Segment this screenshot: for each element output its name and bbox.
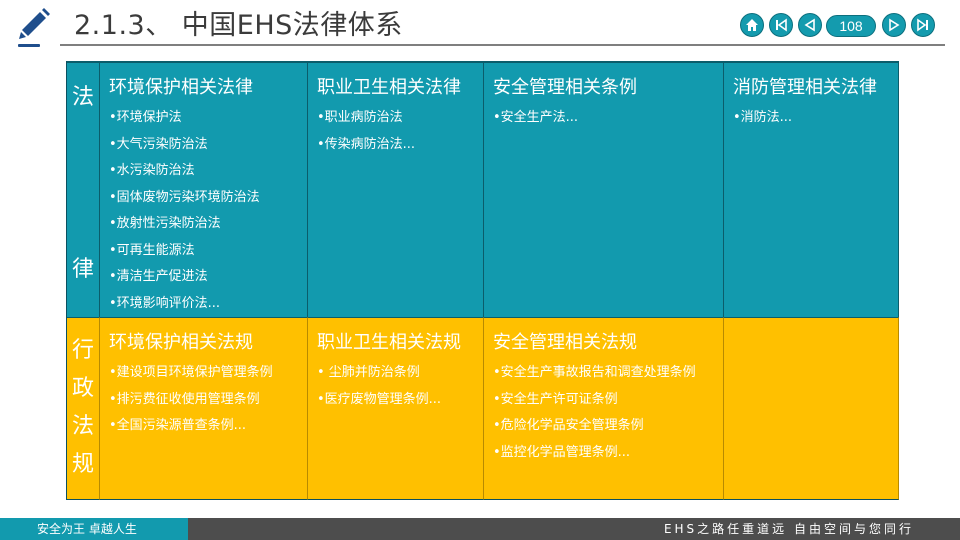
home-icon — [746, 19, 758, 31]
list-item: •固体废物污染环境防治法 — [109, 189, 260, 205]
cell-heading: 环境保护相关法律 — [109, 77, 253, 98]
list-item: •清洁生产促进法 — [109, 269, 208, 284]
previous-page-button[interactable] — [798, 13, 822, 37]
list-item: •环境保护法 — [109, 110, 182, 125]
list-item: •排污费征收使用管理条例 — [109, 391, 260, 407]
laws-label-char: 法 — [71, 85, 94, 110]
next-page-button[interactable] — [882, 13, 906, 37]
last-page-button[interactable] — [911, 13, 935, 37]
header-divider — [60, 44, 945, 46]
first-page-button[interactable] — [769, 13, 793, 37]
slide-footer: 安全为王 卓越人生 EHS之路任重道远 自由空间与您同行 — [0, 518, 960, 540]
regulations-row-label: 行 政 法 规 — [67, 317, 100, 500]
list-item: •医疗废物管理条例... — [317, 391, 442, 407]
laws-cell-environment: 环境保护相关法律 •环境保护法 •大气污染防治法 •水污染防治法 •固体废物污染… — [100, 61, 308, 317]
slide-title: 2.1.3、 中国EHS法律体系 — [74, 10, 403, 41]
cell-heading: 职业卫生相关法规 — [317, 332, 461, 353]
regulations-label-char: 法 — [71, 414, 94, 439]
list-item: •职业病防治法 — [317, 110, 403, 125]
first-page-icon — [776, 18, 787, 32]
list-item: •安全生产事故报告和调查处理条例 — [493, 365, 696, 380]
ehs-law-table: 法 律 环境保护相关法律 •环境保护法 •大气污染防治法 •水污染防治法 •固体… — [66, 61, 899, 500]
laws-cell-safety: 安全管理相关条例 •安全生产法... — [484, 61, 724, 317]
cell-heading: 安全管理相关法规 — [493, 332, 637, 353]
list-item: •可再生能源法 — [109, 242, 195, 258]
footer-slogan: 安全为王 卓越人生 — [0, 518, 188, 540]
laws-cell-occupational-health: 职业卫生相关法律 •职业病防治法 •传染病防治法... — [308, 61, 484, 317]
regulations-cell-safety: 安全管理相关法规 •安全生产事故报告和调查处理条例 •安全生产许可证条例 •危险… — [484, 317, 724, 500]
cell-heading: 职业卫生相关法律 — [317, 77, 461, 98]
list-item: •监控化学品管理条例... — [493, 444, 631, 460]
next-page-icon — [889, 18, 900, 32]
cell-heading: 消防管理相关法律 — [733, 77, 877, 98]
laws-label-char: 律 — [71, 257, 94, 282]
list-item: •危险化学品安全管理条例 — [493, 418, 644, 433]
last-page-icon — [917, 18, 928, 32]
list-item: •环境影响评价法... — [109, 295, 221, 311]
regulations-label-char: 规 — [71, 452, 94, 477]
pencil-logo-icon — [18, 8, 50, 47]
list-item: •传染病防治法... — [317, 136, 416, 152]
list-item: •全国污染源普查条例... — [109, 418, 247, 433]
cell-heading: 环境保护相关法规 — [109, 332, 253, 353]
page-number: 108 — [826, 15, 876, 37]
list-item: •建设项目环境保护管理条例 — [109, 365, 273, 380]
previous-page-icon — [804, 18, 815, 32]
list-item: •放射性污染防治法 — [109, 216, 221, 231]
laws-row-label: 法 律 — [67, 61, 100, 317]
list-item: • 尘肺并防治条例 — [317, 365, 420, 380]
regulations-label-char: 行 — [71, 338, 94, 363]
list-item: •安全生产法... — [493, 110, 579, 125]
slide-header: 2.1.3、 中国EHS法律体系 108 — [0, 0, 960, 56]
list-item: •水污染防治法 — [109, 163, 195, 178]
list-item: •安全生产许可证条例 — [493, 391, 618, 407]
cell-heading: 安全管理相关条例 — [493, 77, 637, 98]
regulations-cell-empty — [724, 317, 899, 500]
regulations-cell-occupational-health: 职业卫生相关法规 • 尘肺并防治条例 •医疗废物管理条例... — [308, 317, 484, 500]
footer-motto: EHS之路任重道远 自由空间与您同行 — [663, 522, 914, 536]
laws-cell-fire: 消防管理相关法律 •消防法... — [724, 61, 899, 317]
regulations-label-char: 政 — [71, 376, 94, 401]
list-item: •大气污染防治法 — [109, 136, 208, 152]
regulations-cell-environment: 环境保护相关法规 •建设项目环境保护管理条例 •排污费征收使用管理条例 •全国污… — [100, 317, 308, 500]
home-button[interactable] — [740, 13, 764, 37]
list-item: •消防法... — [733, 110, 793, 125]
